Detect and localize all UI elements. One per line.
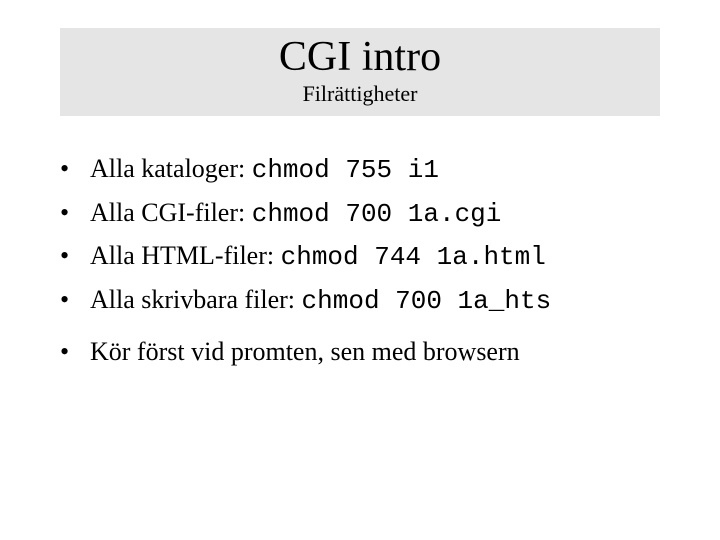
list-item: Alla HTML-filer: chmod 744 1a.html bbox=[56, 237, 676, 277]
bullet-code: chmod 755 i1 bbox=[252, 155, 439, 185]
list-item: Alla CGI-filer: chmod 700 1a.cgi bbox=[56, 194, 676, 234]
bullet-code: chmod 744 1a.html bbox=[281, 242, 546, 272]
bullet-code: chmod 700 1a.cgi bbox=[252, 199, 502, 229]
slide: CGI intro Filrättigheter Alla kataloger:… bbox=[0, 0, 720, 540]
slide-subtitle: Filrättigheter bbox=[60, 82, 660, 106]
bullet-text: Alla skrivbara filer: bbox=[90, 285, 302, 314]
list-item: Alla kataloger: chmod 755 i1 bbox=[56, 150, 676, 190]
slide-body: Alla kataloger: chmod 755 i1 Alla CGI-fi… bbox=[56, 150, 676, 374]
bullet-text: Alla HTML-filer: bbox=[90, 241, 281, 270]
bullet-list: Alla kataloger: chmod 755 i1 Alla CGI-fi… bbox=[56, 150, 676, 370]
bullet-text: Kör först vid promten, sen med browsern bbox=[90, 337, 520, 366]
slide-title: CGI intro bbox=[60, 34, 660, 80]
bullet-code: chmod 700 1a_hts bbox=[302, 286, 552, 316]
bullet-text: Alla kataloger: bbox=[90, 154, 252, 183]
list-item: Kör först vid promten, sen med browsern bbox=[56, 333, 676, 371]
list-item: Alla skrivbara filer: chmod 700 1a_hts bbox=[56, 281, 676, 321]
title-block: CGI intro Filrättigheter bbox=[60, 28, 660, 116]
bullet-text: Alla CGI-filer: bbox=[90, 198, 252, 227]
